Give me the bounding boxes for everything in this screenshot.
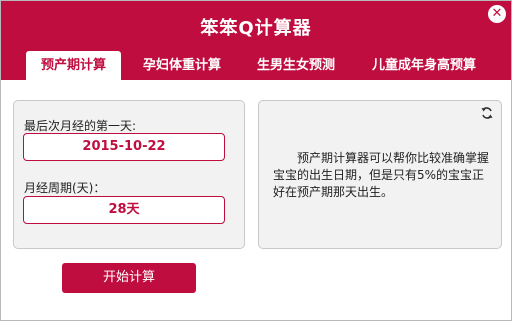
tab-pregnancy-weight[interactable]: 孕妇体重计算 xyxy=(129,51,235,80)
description-text: 预产期计算器可以帮你比较准确掌握宝宝的出生日期，但是只有5%的宝宝正好在预产期那… xyxy=(273,151,490,199)
calculator-window: 笨笨Q计算器 ✕ 预产期计算 孕妇体重计算 生男生女预测 儿童成年身高预算 最后… xyxy=(0,0,512,321)
refresh-icon[interactable] xyxy=(480,106,494,120)
tab-bar: 预产期计算 孕妇体重计算 生男生女预测 儿童成年身高预算 xyxy=(1,51,511,80)
tab-child-height[interactable]: 儿童成年身高预算 xyxy=(359,51,489,80)
tab-due-date[interactable]: 预产期计算 xyxy=(26,51,121,80)
close-icon[interactable]: ✕ xyxy=(488,5,506,23)
header-bar: 笨笨Q计算器 ✕ 预产期计算 孕妇体重计算 生男生女预测 儿童成年身高预算 xyxy=(1,1,511,80)
cycle-length-field[interactable]: 28天 xyxy=(23,196,225,224)
start-calculate-button[interactable]: 开始计算 xyxy=(62,263,196,293)
window-title: 笨笨Q计算器 xyxy=(200,18,312,39)
info-panel: 预产期计算器可以帮你比较准确掌握宝宝的出生日期，但是只有5%的宝宝正好在预产期那… xyxy=(258,100,502,249)
cycle-length-label: 月经周期(天)： xyxy=(24,181,106,195)
last-period-label: 最后次月经的第一天: xyxy=(24,119,137,133)
tab-gender-prediction[interactable]: 生男生女预测 xyxy=(243,51,349,80)
input-panel: 最后次月经的第一天: 2015-10-22 月经周期(天)： 28天 xyxy=(13,100,245,249)
last-period-date-field[interactable]: 2015-10-22 xyxy=(23,133,225,161)
